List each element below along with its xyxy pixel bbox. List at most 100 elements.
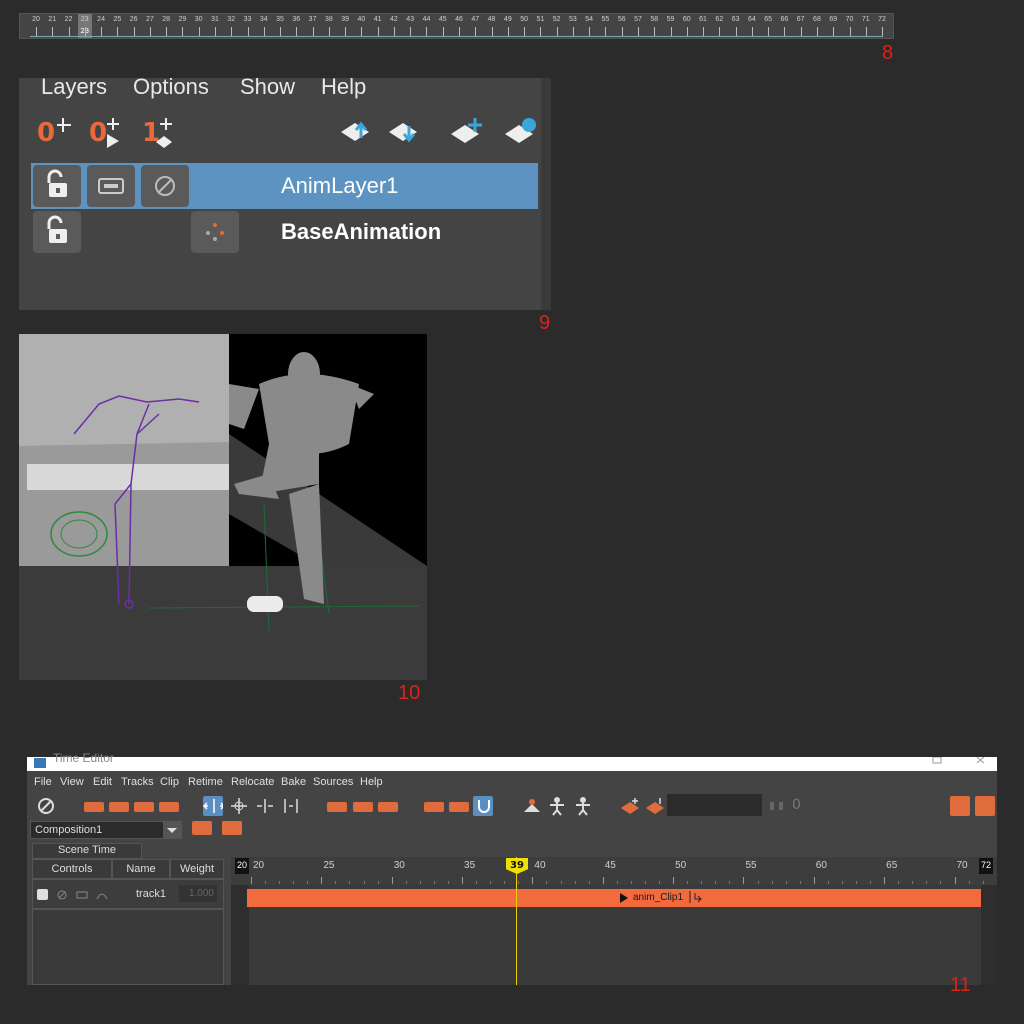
menu-tracks[interactable]: Tracks	[121, 776, 154, 788]
playhead-line[interactable]	[516, 857, 517, 985]
frame-label: 22	[64, 16, 73, 23]
time-editor-menubar: File View Edit Tracks Clip Retime Reloca…	[27, 771, 997, 793]
frame-label: 70	[845, 16, 854, 23]
add-anim-source-icon[interactable]	[109, 802, 129, 812]
add-clip-icon[interactable]	[84, 802, 104, 812]
curve-icon[interactable]	[96, 889, 108, 901]
3d-viewport[interactable]	[19, 334, 427, 680]
menu-clip[interactable]: Clip	[160, 776, 179, 788]
loop-icon[interactable]	[353, 802, 373, 812]
timeline-frame-label: 70	[956, 860, 968, 871]
move-layer-down-icon[interactable]	[387, 116, 421, 152]
hold-icon[interactable]	[327, 802, 347, 812]
menu-relocate[interactable]: Relocate	[231, 776, 274, 788]
mute-icon[interactable]	[56, 889, 68, 901]
tab-scene-time[interactable]: Scene Time	[32, 843, 142, 859]
scrollbar[interactable]	[541, 78, 551, 310]
scale-tool-icon[interactable]	[229, 796, 249, 816]
split-tool-icon[interactable]	[281, 796, 301, 816]
maximize-icon[interactable]	[931, 757, 943, 769]
timeline-minor-tick	[307, 881, 309, 884]
lock-button[interactable]	[33, 165, 81, 207]
frame-tick	[328, 27, 330, 36]
start-frame-marker[interactable]: 20	[235, 858, 249, 874]
timeline-ruler[interactable]: 20 25 30 35 40 45 50 55 60 65 70	[231, 857, 997, 885]
cycle-icon[interactable]	[378, 802, 398, 812]
frame-tick	[621, 27, 623, 36]
end-frame-marker[interactable]: 72	[979, 858, 993, 874]
figure-settings-icon[interactable]	[572, 796, 592, 816]
frame-tick	[507, 27, 509, 36]
timeline-minor-tick	[447, 881, 449, 884]
menu-bake[interactable]: Bake	[281, 776, 306, 788]
new-composition-icon[interactable]	[192, 821, 212, 835]
timeline-area[interactable]: 20 25 30 35 40 45 50 55 60 65 70 20 72 anim_Clip1 …	[231, 857, 997, 985]
menu-retime[interactable]: Retime	[188, 776, 223, 788]
frame-tick	[231, 27, 233, 36]
track-weight-field[interactable]: 1.000	[179, 885, 217, 902]
crossfade-icon[interactable]	[424, 802, 444, 812]
move-tool-icon[interactable]	[203, 796, 223, 816]
track-enable-checkbox[interactable]	[37, 889, 48, 900]
frame-tick	[117, 27, 119, 36]
frame-tick	[524, 27, 526, 36]
frame-label: 48	[487, 16, 496, 23]
key-nav-icon[interactable]	[767, 796, 787, 816]
frame-tick	[865, 27, 867, 36]
close-icon[interactable]	[975, 757, 987, 769]
frame-tick	[345, 27, 347, 36]
frame-label: 53	[569, 16, 577, 23]
key-layer-icon[interactable]	[619, 796, 639, 816]
timeline-minor-tick	[912, 881, 914, 884]
mute-all-icon[interactable]	[36, 796, 56, 816]
group-clips-icon[interactable]	[134, 802, 154, 812]
anim-clip[interactable]: anim_Clip1	[247, 889, 981, 907]
key-clip-icon[interactable]	[644, 796, 664, 816]
mute-button[interactable]	[141, 165, 189, 207]
menu-layers[interactable]: Layers	[41, 74, 107, 100]
create-empty-layer-icon[interactable]	[449, 116, 485, 152]
menu-options[interactable]: Options	[133, 74, 209, 100]
frame-tick	[198, 27, 200, 36]
figure-icon[interactable]	[546, 796, 566, 816]
layer-row-animlayer1[interactable]: AnimLayer1	[31, 163, 538, 209]
timeline-minor-tick	[630, 881, 632, 884]
duplicate-composition-icon[interactable]	[222, 821, 242, 835]
grid-layout-icon[interactable]	[975, 796, 995, 816]
panel-number-8: 8	[882, 42, 894, 64]
time-slider[interactable]: 2320212223242526272829303132333435363738…	[19, 13, 894, 39]
layer-row-baseanimation[interactable]: BaseAnimation	[31, 209, 538, 255]
solo-icon[interactable]	[76, 889, 88, 901]
frame-label: 42	[390, 16, 398, 23]
menu-sources[interactable]: Sources	[313, 776, 353, 788]
full-weight-key-button[interactable]: 1	[142, 116, 182, 152]
menu-view[interactable]: View	[60, 776, 84, 788]
layout-icon[interactable]	[950, 796, 970, 816]
zero-weight-key-button[interactable]: 0	[89, 116, 129, 152]
trim-tool-icon[interactable]	[255, 796, 275, 816]
frame-tick	[833, 27, 835, 36]
lock-button[interactable]	[33, 211, 81, 253]
snap-magnet-icon[interactable]	[473, 796, 493, 816]
zero-key-layer-button[interactable]: 0	[37, 116, 77, 152]
track-row[interactable]: track1 1.000	[32, 879, 224, 909]
timeline-frame-label: 45	[604, 860, 616, 871]
move-layer-up-icon[interactable]	[339, 116, 373, 152]
create-layer-from-selected-icon[interactable]	[503, 116, 539, 152]
frame-label: 59	[666, 16, 675, 23]
ungroup-clips-icon[interactable]	[159, 802, 179, 812]
key-arrow-icon	[107, 118, 119, 148]
blend-icon[interactable]	[449, 802, 469, 812]
menu-help[interactable]: Help	[321, 74, 366, 100]
frame-tick	[410, 27, 412, 36]
passthrough-button[interactable]	[191, 211, 239, 253]
search-field[interactable]	[667, 794, 762, 816]
menu-show[interactable]: Show	[240, 74, 295, 100]
menu-edit[interactable]: Edit	[93, 776, 112, 788]
character-mapping-icon[interactable]	[521, 796, 541, 816]
menu-file[interactable]: File	[34, 776, 52, 788]
composition-dropdown[interactable]: Composition1	[30, 821, 182, 839]
frame-label: 44	[422, 16, 431, 23]
solo-button[interactable]	[87, 165, 135, 207]
menu-help[interactable]: Help	[360, 776, 383, 788]
